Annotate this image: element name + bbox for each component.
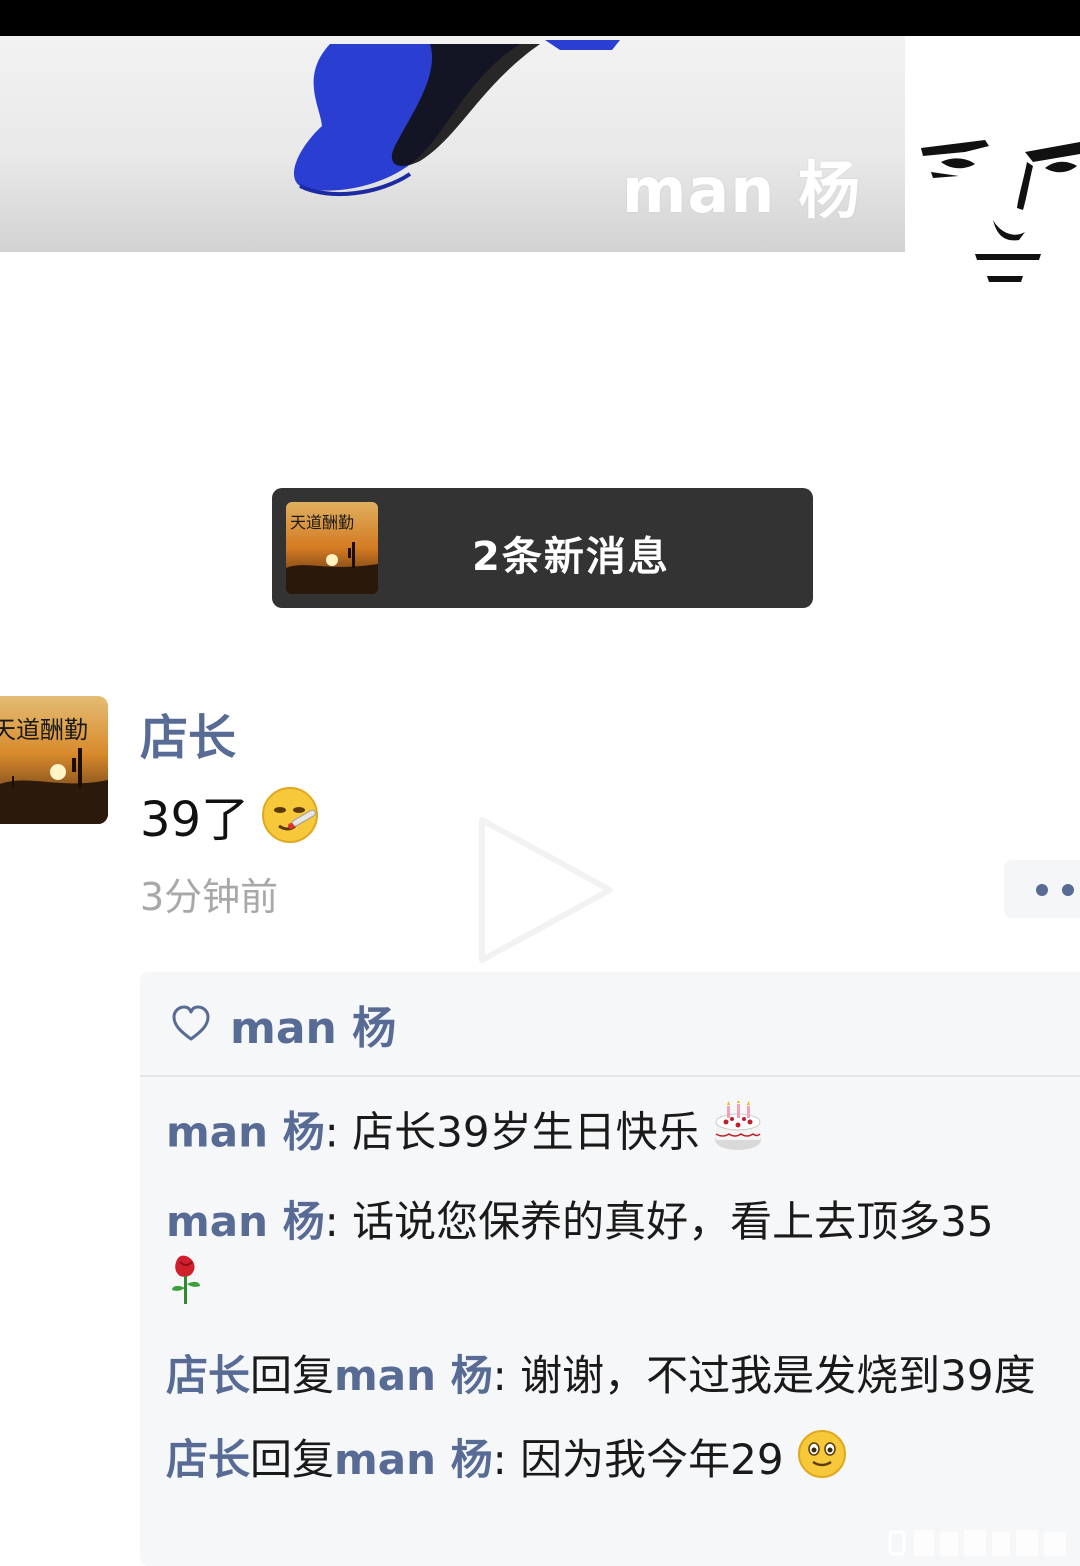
comment-author[interactable]: 店长 [166, 1435, 250, 1484]
rose-emoji [166, 1254, 206, 1324]
profile-avatar[interactable] [905, 112, 1080, 298]
reply-word: 回复 [250, 1351, 335, 1400]
more-dot [1062, 884, 1074, 896]
svg-text:天道酬勤: 天道酬勤 [0, 716, 88, 744]
likes-divider [140, 1075, 1080, 1077]
reply-target[interactable]: man 杨 [334, 1435, 493, 1484]
post-author-avatar[interactable]: 天道酬勤 [0, 696, 108, 824]
smiling-face-emoji [797, 1429, 847, 1497]
more-dots-button[interactable] [1004, 860, 1080, 918]
comment-text: : 因为我今年29 [492, 1435, 784, 1484]
comment-list: man 杨: 店长39岁生日快乐 man 杨: 话说您保养的真好，看上去顶多35… [166, 1100, 1066, 1517]
play-watermark-icon [470, 810, 620, 970]
reply-target[interactable]: man 杨 [334, 1351, 493, 1400]
new-messages-banner[interactable]: 天道酬勤 2条新消息 [272, 488, 813, 608]
likes-row: man 杨 [170, 994, 396, 1054]
new-messages-label: 2条新消息 [472, 534, 670, 580]
platform-logo-watermark [888, 1528, 1072, 1560]
liker-name[interactable]: man 杨 [230, 992, 396, 1056]
birthday-cake-emoji [713, 1100, 763, 1170]
comment-item[interactable]: man 杨: 话说您保养的真好，看上去顶多35 [166, 1190, 1066, 1324]
interaction-panel: man 杨 man 杨: 店长39岁生日快乐 man 杨: 话说您保养的真好，看… [140, 972, 1080, 1566]
comment-text: : 话说您保养的真好，看上去顶多35 [324, 1197, 994, 1246]
post-text: 39了 [140, 792, 250, 848]
comment-text: : 店长39岁生日快乐 [324, 1107, 700, 1157]
post-content: 39了 [140, 780, 319, 850]
cover-username: man 杨 [621, 154, 861, 227]
post-author-name[interactable]: 店长 [140, 698, 236, 768]
post-timestamp: 3分钟前 [140, 875, 279, 919]
reply-word: 回复 [250, 1435, 335, 1484]
comment-item[interactable]: 店长回复man 杨: 谢谢，不过我是发烧到39度 [166, 1344, 1066, 1408]
svg-text:天道酬勤: 天道酬勤 [290, 513, 354, 532]
heart-icon [172, 1005, 210, 1041]
more-dot [1036, 884, 1048, 896]
moments-cover[interactable]: man 杨 [0, 36, 905, 252]
comment-item[interactable]: man 杨: 店长39岁生日快乐 [166, 1100, 1066, 1170]
sick-face-thermometer-emoji [261, 786, 319, 844]
comment-item[interactable]: 店长回复man 杨: 因为我今年29 [166, 1428, 1066, 1497]
comment-author[interactable]: man 杨 [166, 1197, 325, 1246]
comment-author[interactable]: man 杨 [166, 1108, 325, 1157]
new-message-sender-avatar: 天道酬勤 [286, 502, 378, 594]
comment-text: : 谢谢，不过我是发烧到39度 [492, 1351, 1036, 1400]
status-bar-strip [0, 0, 1080, 36]
comment-author[interactable]: 店长 [166, 1351, 250, 1400]
